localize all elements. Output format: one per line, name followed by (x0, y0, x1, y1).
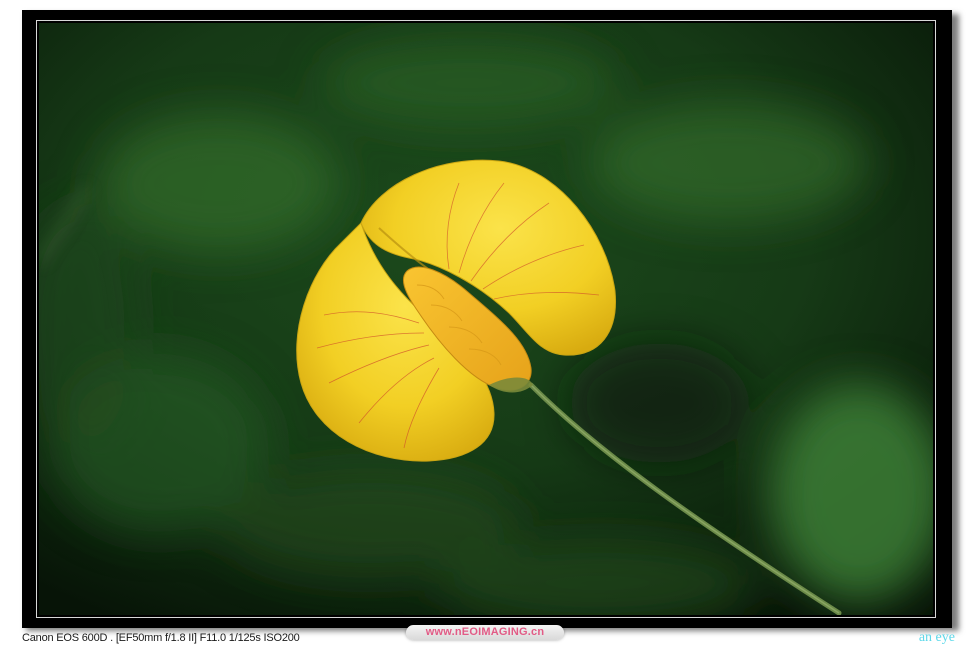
photo (39, 23, 933, 615)
site-watermark: www.nEOIMAGING.cn (406, 625, 564, 640)
signature: an eye (918, 630, 955, 645)
flower-photo (39, 23, 933, 615)
camera-info-caption: Canon EOS 600D . [EF50mm f/1.8 II] F11.0… (22, 632, 300, 644)
